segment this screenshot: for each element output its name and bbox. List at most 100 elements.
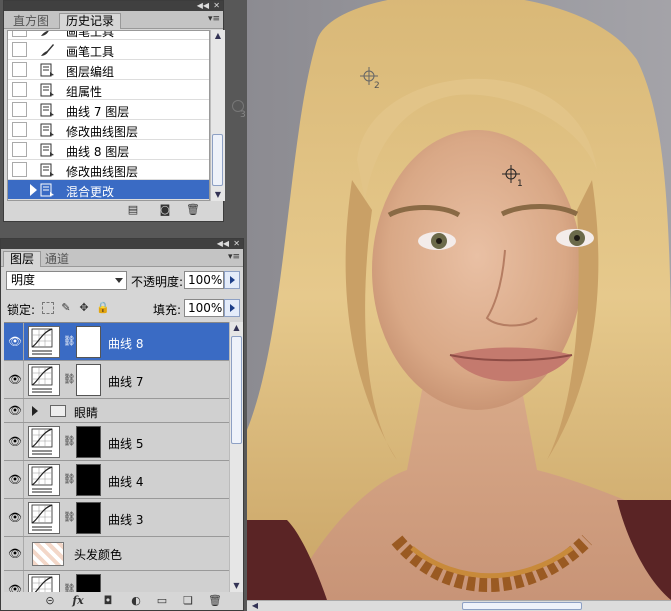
- history-item[interactable]: 画笔工具: [8, 31, 209, 40]
- history-scrollbar[interactable]: ▲ ▼: [210, 30, 225, 201]
- snapshot-source-checkbox[interactable]: [12, 42, 27, 57]
- snapshot-source-checkbox[interactable]: [12, 142, 27, 157]
- history-item[interactable]: 画笔工具: [8, 40, 209, 60]
- layer-row[interactable]: 👁 ⛓ 曲线 5: [4, 423, 229, 461]
- snapshot-source-checkbox[interactable]: [12, 122, 27, 137]
- mask-link-icon[interactable]: ⛓: [63, 474, 76, 485]
- layer-row[interactable]: 👁 ⛓ 曲线 7: [4, 361, 229, 399]
- mask-link-icon[interactable]: ⛓: [63, 436, 76, 447]
- visibility-toggle[interactable]: 👁: [4, 537, 24, 570]
- history-item[interactable]: 图层编组: [8, 60, 209, 80]
- mask-link-icon[interactable]: ⛓: [63, 336, 76, 347]
- snapshot-source-checkbox[interactable]: [12, 82, 27, 97]
- visibility-toggle[interactable]: 👁: [4, 323, 24, 360]
- scroll-thumb[interactable]: [231, 336, 242, 444]
- layer-row[interactable]: 👁 头发颜色: [4, 537, 229, 571]
- tab-histogram[interactable]: 直方图: [6, 13, 56, 29]
- lock-brush-icon[interactable]: ✎: [60, 302, 72, 314]
- tab-layers[interactable]: 图层: [3, 251, 42, 267]
- panel-titlebar[interactable]: ◀◀ ✕: [4, 1, 223, 11]
- camera-snapshot-icon[interactable]: ◙: [158, 204, 172, 216]
- layers-panel: ◀◀ ✕ 图层 通道 ▾≡ 明度 不透明度: 100% 锁定: ✎ ✥ 🔒 填充…: [0, 238, 244, 611]
- eye-icon: 👁: [8, 510, 22, 524]
- layer-mask-thumbnail[interactable]: [76, 502, 101, 534]
- layer-row[interactable]: 👁 ⛓ 曲线 4: [4, 461, 229, 499]
- fill-slider-button[interactable]: [224, 299, 240, 317]
- fx-icon[interactable]: fx: [71, 595, 85, 607]
- snapshot-source-checkbox[interactable]: [12, 31, 27, 37]
- lock-all-icon[interactable]: 🔒: [96, 302, 110, 314]
- document-canvas[interactable]: 1 2: [247, 0, 671, 600]
- scroll-thumb[interactable]: [462, 602, 582, 610]
- visibility-toggle[interactable]: 👁: [4, 571, 24, 592]
- add-mask-icon[interactable]: ◘: [101, 595, 115, 607]
- layer-row[interactable]: 👁 ⛓: [4, 571, 229, 592]
- visibility-toggle[interactable]: 👁: [4, 361, 24, 398]
- panel-menu-icon[interactable]: ▾≡: [228, 252, 240, 262]
- expand-triangle-icon[interactable]: [32, 406, 38, 416]
- history-item[interactable]: 组属性: [8, 80, 209, 100]
- scroll-up-icon[interactable]: ▲: [230, 322, 243, 334]
- layers-scrollbar[interactable]: ▲ ▼: [229, 322, 243, 592]
- mask-link-icon[interactable]: ⛓: [63, 584, 76, 592]
- history-item[interactable]: 曲线 7 图层: [8, 100, 209, 120]
- new-group-icon[interactable]: ▭: [155, 595, 169, 607]
- history-doc-icon: [39, 143, 55, 157]
- history-item[interactable]: 混合更改: [8, 180, 209, 200]
- history-item[interactable]: 曲线 8 图层: [8, 140, 209, 160]
- visibility-toggle[interactable]: 👁: [4, 499, 24, 536]
- visibility-toggle[interactable]: 👁: [4, 461, 24, 498]
- lock-move-icon[interactable]: ✥: [78, 302, 90, 314]
- canvas-horizontal-scrollbar[interactable]: ◀: [247, 600, 671, 611]
- mask-link-icon[interactable]: ⛓: [63, 512, 76, 523]
- visibility-toggle[interactable]: 👁: [4, 423, 24, 460]
- visibility-toggle[interactable]: 👁: [4, 399, 24, 422]
- lock-transparency-icon[interactable]: [42, 302, 54, 314]
- layer-row[interactable]: 👁 ⛓ 曲线 3: [4, 499, 229, 537]
- snapshot-source-checkbox[interactable]: [12, 62, 27, 77]
- layer-mask-thumbnail[interactable]: [76, 426, 101, 458]
- scroll-down-icon[interactable]: ▼: [230, 580, 243, 592]
- fill-input[interactable]: 100%: [184, 299, 224, 317]
- scroll-thumb[interactable]: [212, 134, 223, 186]
- layer-mask-thumbnail[interactable]: [76, 574, 101, 592]
- scroll-up-icon[interactable]: ▲: [211, 30, 225, 42]
- link-icon[interactable]: ⊝: [43, 595, 57, 607]
- history-item[interactable]: 修改曲线图层: [8, 120, 209, 140]
- panel-titlebar[interactable]: ◀◀ ✕: [1, 239, 243, 249]
- tab-channels[interactable]: 通道: [38, 251, 76, 267]
- trash-icon[interactable]: 🗑: [186, 204, 200, 216]
- history-item[interactable]: 修改曲线图层: [8, 160, 209, 180]
- tab-history[interactable]: 历史记录: [59, 13, 122, 29]
- collapse-icon[interactable]: ◀◀: [197, 1, 209, 11]
- blend-mode-select[interactable]: 明度: [6, 271, 127, 290]
- close-icon[interactable]: ✕: [233, 239, 240, 249]
- layer-mask-thumbnail[interactable]: [76, 326, 101, 358]
- new-document-icon[interactable]: ▤: [126, 204, 140, 216]
- trash-icon[interactable]: 🗑: [208, 595, 222, 607]
- scroll-down-icon[interactable]: ▼: [211, 189, 225, 201]
- opacity-slider-button[interactable]: [224, 271, 240, 289]
- new-layer-icon[interactable]: ❏: [181, 595, 195, 607]
- snapshot-source-checkbox[interactable]: [12, 102, 27, 117]
- mask-link-icon[interactable]: ⛓: [63, 374, 76, 385]
- panel-menu-icon[interactable]: ▾≡: [208, 14, 220, 24]
- layer-mask-thumbnail[interactable]: [76, 364, 101, 396]
- close-icon[interactable]: ✕: [213, 1, 220, 11]
- layer-list: 👁 ⛓ 曲线 8 👁 ⛓ 曲线 7 👁 眼睛 👁 ⛓ 曲线 5 👁 ⛓ 曲线 4 👁 ⛓ 曲线 3 👁 头发颜色 👁 ⛓: [4, 322, 229, 592]
- history-list: 画笔工具 画笔工具 图层编组 组属性 曲线 7 图层 修改曲线图层 曲线 8 图层 修改曲线图…: [7, 30, 210, 201]
- folder-icon: [50, 405, 66, 417]
- collapse-icon[interactable]: ◀◀: [217, 239, 229, 249]
- layer-row[interactable]: 👁 ⛓ 曲线 8: [4, 323, 229, 361]
- layer-row[interactable]: 👁 眼睛: [4, 399, 229, 423]
- adjustment-layer-icon[interactable]: ◐: [129, 595, 143, 607]
- eye-icon: 👁: [8, 372, 22, 386]
- scroll-left-icon[interactable]: ◀: [249, 601, 261, 611]
- opacity-input[interactable]: 100%: [184, 271, 224, 289]
- sampler-label-3: 3: [240, 110, 246, 120]
- history-item-label: 组属性: [66, 85, 103, 99]
- snapshot-source-checkbox[interactable]: [12, 162, 27, 177]
- layer-mask-thumbnail[interactable]: [76, 464, 101, 496]
- layer-thumbnail: [32, 542, 64, 566]
- snapshot-source-checkbox[interactable]: [12, 182, 27, 197]
